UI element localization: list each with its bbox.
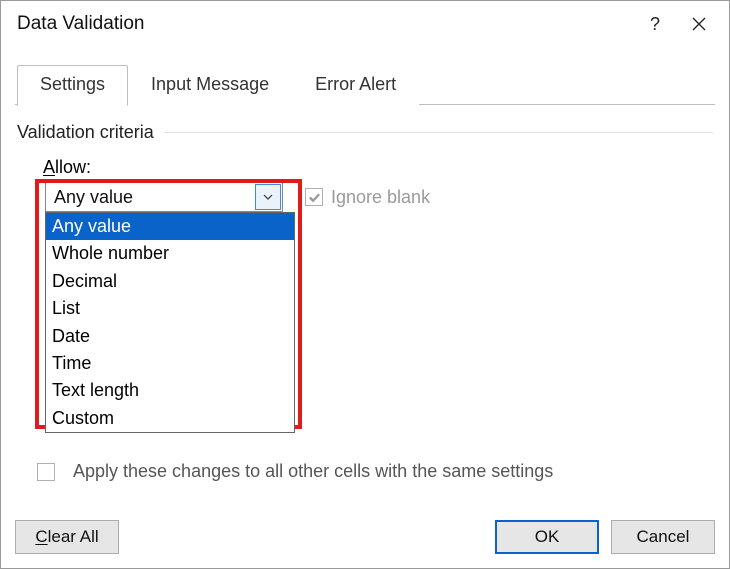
cancel-button[interactable]: Cancel <box>611 520 715 554</box>
clear-all-button[interactable]: Clear All <box>15 520 119 554</box>
allow-option[interactable]: Time <box>46 350 294 377</box>
button-bar: Clear All OK Cancel <box>15 520 715 554</box>
allow-option[interactable]: Date <box>46 323 294 350</box>
close-icon <box>691 16 707 32</box>
allow-selected-value: Any value <box>46 187 255 208</box>
validation-criteria-label: Validation criteria <box>17 122 713 143</box>
allow-dropdown-list[interactable]: Any valueWhole numberDecimalListDateTime… <box>45 212 295 433</box>
tab-error-alert[interactable]: Error Alert <box>292 65 419 105</box>
tab-settings[interactable]: Settings <box>17 65 128 106</box>
apply-changes-checkbox[interactable] <box>37 463 55 481</box>
ignore-blank-label: Ignore blank <box>331 187 430 208</box>
allow-option[interactable]: Custom <box>46 405 294 432</box>
tab-input-message[interactable]: Input Message <box>128 65 292 105</box>
apply-changes-row: Apply these changes to all other cells w… <box>37 461 553 482</box>
titlebar: Data Validation ? <box>1 1 729 47</box>
ok-button[interactable]: OK <box>495 520 599 554</box>
window-title: Data Validation <box>17 13 633 35</box>
allow-option[interactable]: Decimal <box>46 268 294 295</box>
check-icon <box>308 191 321 204</box>
dropdown-button[interactable] <box>255 184 281 210</box>
ignore-blank-checkbox <box>305 188 323 206</box>
ignore-blank-row: Ignore blank <box>305 187 430 208</box>
apply-changes-label: Apply these changes to all other cells w… <box>73 461 553 482</box>
allow-label: Allow: <box>43 157 729 178</box>
allow-select[interactable]: Any value Any valueWhole numberDecimalLi… <box>45 182 283 212</box>
tabstrip: Settings Input Message Error Alert <box>17 65 729 105</box>
chevron-down-icon <box>261 190 275 204</box>
close-button[interactable] <box>677 4 721 44</box>
allow-option[interactable]: Text length <box>46 377 294 404</box>
help-button[interactable]: ? <box>633 4 677 44</box>
allow-option[interactable]: Any value <box>46 213 294 240</box>
allow-option[interactable]: Whole number <box>46 240 294 267</box>
allow-option[interactable]: List <box>46 295 294 322</box>
